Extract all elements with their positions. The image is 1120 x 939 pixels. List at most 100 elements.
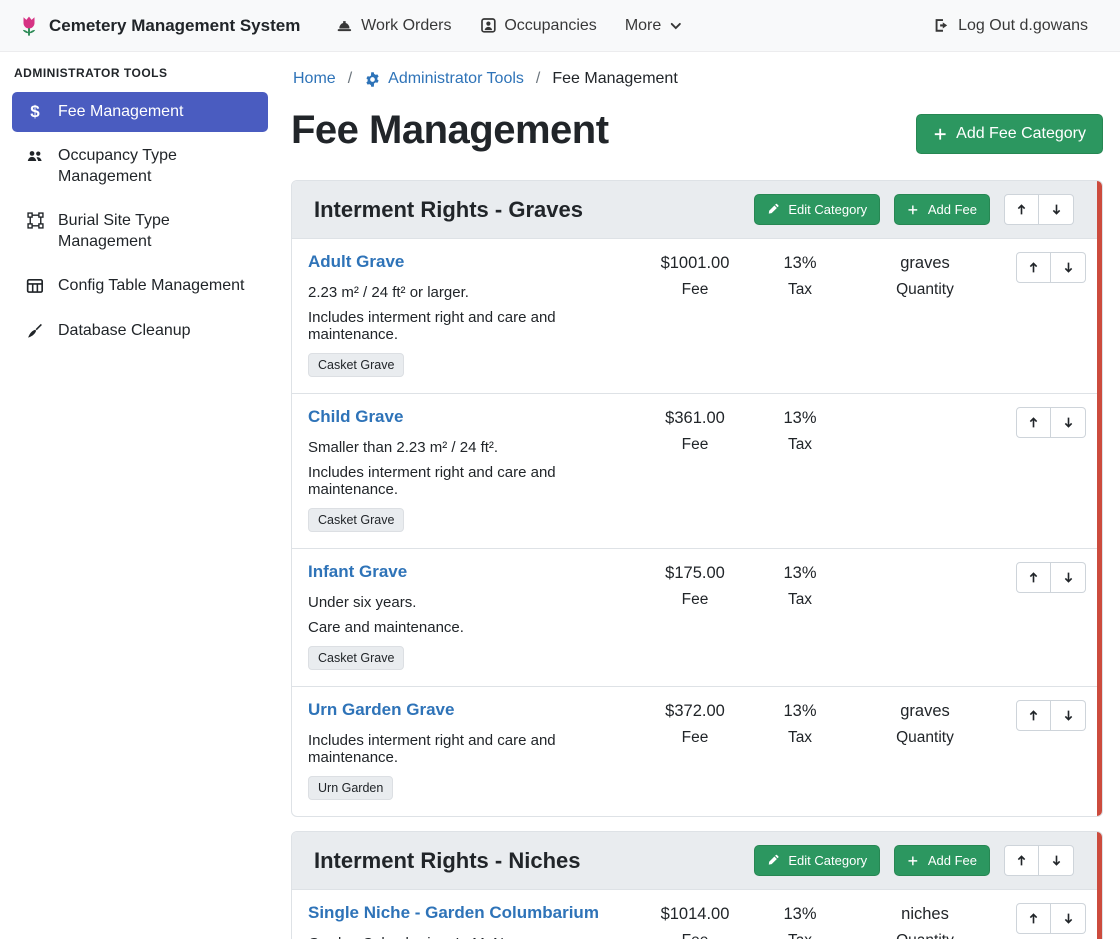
fee-amount: $175.00: [640, 564, 750, 583]
category-title: Interment Rights - Graves: [314, 197, 583, 223]
breadcrumb-admin-link[interactable]: Administrator Tools: [364, 70, 524, 88]
nav-item-work-orders[interactable]: Work Orders: [322, 9, 465, 43]
arrow-down-icon: [1062, 912, 1075, 925]
card-scrollbar[interactable]: [1097, 832, 1102, 939]
fee-amount-label: Fee: [640, 729, 750, 747]
broom-icon: [24, 322, 46, 340]
move-fee-up-button[interactable]: [1016, 562, 1051, 593]
fee-amount-label: Fee: [640, 591, 750, 609]
fee-amount-column: $175.00 Fee: [640, 562, 750, 609]
fee-info: Adult Grave2.23 m² / 24 ft² or larger.In…: [308, 252, 640, 377]
move-fee-down-button[interactable]: [1051, 562, 1086, 593]
fee-quantity-label: Quantity: [850, 281, 1000, 299]
dollar-icon: $: [24, 103, 46, 120]
category-actions: Edit Category Add Fee: [754, 845, 1082, 876]
fee-tag: Casket Grave: [308, 353, 404, 377]
nav-item-more[interactable]: More: [611, 9, 697, 43]
fee-row: Urn Garden GraveIncludes interment right…: [292, 686, 1102, 816]
move-category-up-button[interactable]: [1004, 845, 1039, 876]
fee-name-link[interactable]: Urn Garden Grave: [308, 700, 454, 720]
fee-description: Garden Columbarium L, M, N.: [308, 935, 628, 939]
fee-row: Adult Grave2.23 m² / 24 ft² or larger.In…: [292, 238, 1102, 393]
move-fee-up-button[interactable]: [1016, 903, 1051, 934]
fee-category-card: Interment Rights - NichesEdit CategoryAd…: [291, 831, 1103, 939]
fee-info: Single Niche - Garden Columbarium Garden …: [308, 903, 640, 939]
fee-name-link[interactable]: Single Niche - Garden Columbarium: [308, 903, 599, 923]
arrow-down-icon: [1062, 416, 1075, 429]
card-scrollbar[interactable]: [1097, 181, 1102, 816]
fee-amount: $372.00: [640, 702, 750, 721]
plus-icon: [907, 855, 919, 867]
fee-name-link[interactable]: Infant Grave: [308, 562, 407, 582]
sidebar-item-label: Database Cleanup: [58, 321, 191, 341]
edit-category-label: Edit Category: [788, 853, 867, 868]
move-fee-up-button[interactable]: [1016, 407, 1051, 438]
fee-description: Care and maintenance.: [308, 619, 628, 636]
gear-icon: [364, 71, 381, 88]
category-reorder-group: [1004, 194, 1074, 225]
fee-amount: $1001.00: [640, 254, 750, 273]
nav-item-occupancies[interactable]: Occupancies: [466, 9, 611, 43]
sidebar-item-label: Burial Site Type Management: [58, 211, 256, 252]
logout-link[interactable]: Log Out d.gowans: [919, 9, 1102, 43]
fee-tag: Casket Grave: [308, 646, 404, 670]
fee-info: Child GraveSmaller than 2.23 m² / 24 ft²…: [308, 407, 640, 532]
add-fee-button[interactable]: Add Fee: [894, 194, 990, 225]
fee-amount-column: $1014.00Fee: [640, 903, 750, 939]
move-fee-down-button[interactable]: [1051, 252, 1086, 283]
sidebar-item-config-table-management[interactable]: Config Table Management: [12, 266, 268, 306]
arrow-up-icon: [1027, 261, 1040, 274]
sidebar-item-burial-site-type-management[interactable]: Burial Site Type Management: [12, 201, 268, 262]
move-fee-down-button[interactable]: [1051, 903, 1086, 934]
arrow-up-icon: [1015, 854, 1028, 867]
main-content: Home / Administrator Tools / Fee Managem…: [280, 52, 1120, 939]
fee-amount-label: Fee: [640, 281, 750, 299]
category-actions: Edit Category Add Fee: [754, 194, 1082, 225]
arrow-up-icon: [1027, 571, 1040, 584]
fee-name-link[interactable]: Adult Grave: [308, 252, 404, 272]
logout-icon: [933, 17, 950, 34]
nav-item-label: Work Orders: [361, 17, 451, 35]
fee-description: Includes interment right and care and ma…: [308, 309, 628, 343]
fee-name-link[interactable]: Child Grave: [308, 407, 403, 427]
people-icon: [24, 147, 46, 165]
fee-tax-label: Tax: [750, 436, 850, 454]
fee-amount: $361.00: [640, 409, 750, 428]
move-category-up-button[interactable]: [1004, 194, 1039, 225]
fee-tax-label: Tax: [750, 281, 850, 299]
fee-amount-column: $372.00 Fee: [640, 700, 750, 747]
fee-row: Infant GraveUnder six years.Care and mai…: [292, 548, 1102, 686]
fee-row: Single Niche - Garden Columbarium Garden …: [292, 889, 1102, 939]
sidebar-item-occupancy-type-management[interactable]: Occupancy Type Management: [12, 136, 268, 197]
move-category-down-button[interactable]: [1039, 194, 1074, 225]
fee-tax-column: 13% Tax: [750, 407, 850, 454]
sidebar-item-fee-management[interactable]: $Fee Management: [12, 92, 268, 132]
move-fee-down-button[interactable]: [1051, 407, 1086, 438]
move-fee-down-button[interactable]: [1051, 700, 1086, 731]
fee-tax: 13%: [750, 564, 850, 583]
arrow-up-icon: [1027, 912, 1040, 925]
fee-tax-label: Tax: [750, 591, 850, 609]
fee-amount-label: Fee: [640, 436, 750, 454]
add-fee-category-label: Add Fee Category: [956, 125, 1086, 143]
fee-quantity-column: [850, 407, 1000, 409]
arrow-down-icon: [1062, 261, 1075, 274]
move-fee-up-button[interactable]: [1016, 252, 1051, 283]
move-category-down-button[interactable]: [1039, 845, 1074, 876]
arrow-down-icon: [1050, 854, 1063, 867]
page-title: Fee Management: [291, 108, 609, 153]
sidebar-item-database-cleanup[interactable]: Database Cleanup: [12, 311, 268, 351]
logout-label: Log Out d.gowans: [958, 17, 1088, 35]
tulip-icon: [18, 15, 40, 37]
app-brand[interactable]: Cemetery Management System: [18, 15, 300, 37]
fee-reorder-group: [1016, 407, 1086, 438]
move-fee-up-button[interactable]: [1016, 700, 1051, 731]
edit-category-button[interactable]: Edit Category: [754, 194, 880, 225]
fee-tax: 13%: [750, 409, 850, 428]
plus-icon: [907, 204, 919, 216]
edit-category-button[interactable]: Edit Category: [754, 845, 880, 876]
add-fee-button[interactable]: Add Fee: [894, 845, 990, 876]
add-fee-category-button[interactable]: Add Fee Category: [916, 114, 1103, 154]
pencil-icon: [767, 854, 779, 866]
breadcrumb-home-link[interactable]: Home: [293, 70, 336, 88]
